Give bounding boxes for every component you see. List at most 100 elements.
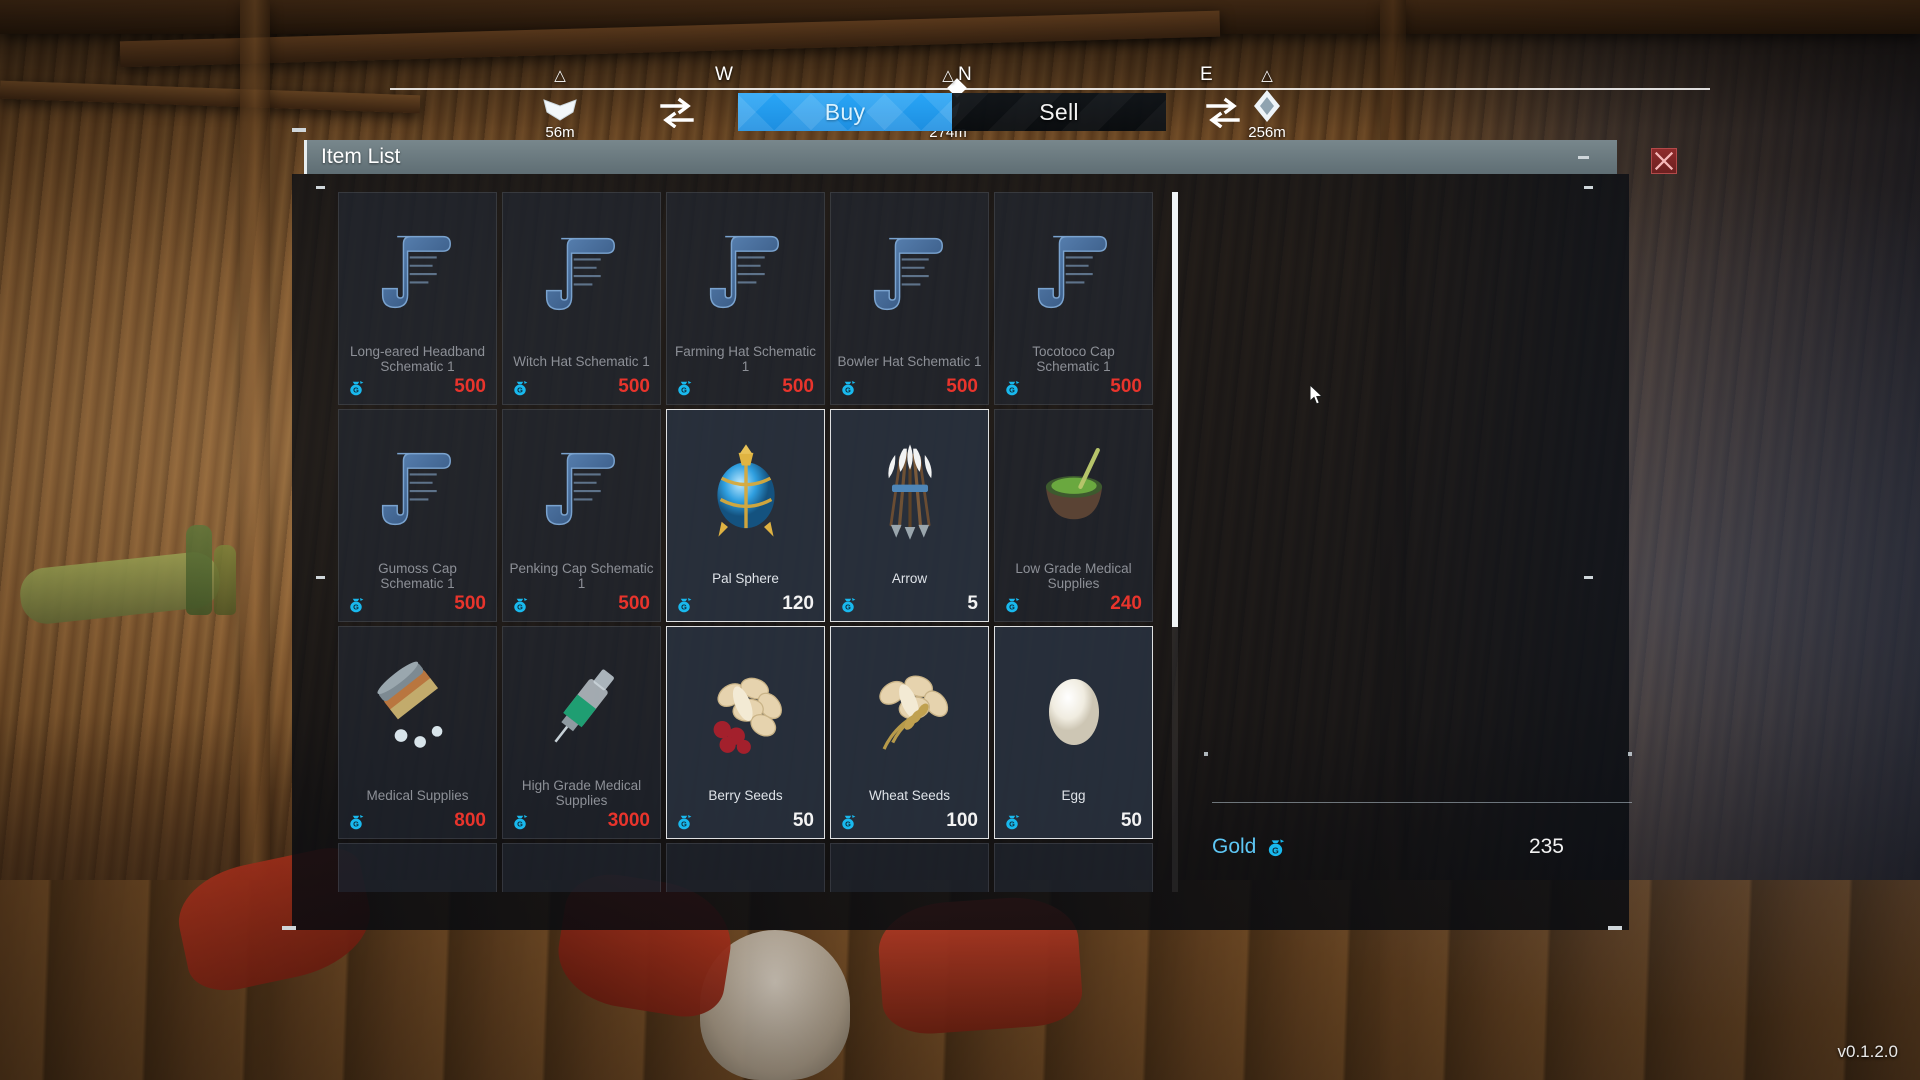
item-price-row: G 500 — [339, 593, 496, 621]
item-card[interactable]: Egg G 50 — [994, 626, 1153, 839]
item-card[interactable]: Berry Seeds G 50 — [666, 626, 825, 839]
item-card[interactable] — [994, 843, 1153, 892]
coin-bag-icon: G — [839, 595, 857, 614]
pal-sphere-icon — [667, 410, 824, 565]
item-price-row: G 500 — [339, 376, 496, 404]
stone-icon — [831, 844, 988, 892]
item-card[interactable]: Wheat Seeds G 100 — [830, 626, 989, 839]
item-price: 100 — [946, 810, 978, 831]
coin-bag-icon: G — [347, 595, 365, 614]
item-price-row: G 50 — [667, 810, 824, 838]
item-price-row: G 800 — [339, 810, 496, 838]
item-price-row: G 50 — [995, 810, 1152, 838]
item-card[interactable] — [830, 843, 989, 892]
item-price: 500 — [782, 376, 814, 397]
svg-text:G: G — [1273, 845, 1280, 855]
tab-buy-label: Buy — [824, 98, 866, 125]
item-price: 500 — [1110, 376, 1142, 397]
coin-bag-icon: G — [511, 812, 529, 831]
item-card[interactable]: Witch Hat Schematic 1 G 500 — [502, 192, 661, 405]
frame-tick — [1584, 186, 1593, 189]
svg-text:G: G — [517, 602, 523, 611]
item-grid-viewport: Long-eared Headband Schematic 1 G 500 Wi… — [338, 192, 1166, 892]
item-name: Low Grade Medical Supplies — [1015, 561, 1132, 591]
coin-bag-icon: G — [1003, 812, 1021, 831]
item-card[interactable]: Farming Hat Schematic 1 G 500 — [666, 192, 825, 405]
gold-label: Gold — [1212, 835, 1257, 858]
frame-tick — [316, 186, 325, 189]
medicine-bowl-icon — [995, 410, 1152, 561]
item-name: Witch Hat Schematic 1 — [513, 353, 650, 369]
coin-bag-icon: G — [347, 812, 365, 831]
svg-text:G: G — [353, 602, 359, 611]
item-card[interactable]: Medical Supplies G 800 — [338, 626, 497, 839]
item-list-panel: Item List Long-eared Headband Schematic … — [282, 128, 1632, 930]
item-name: Berry Seeds — [708, 787, 783, 803]
gold-value: 235 — [1528, 835, 1564, 858]
svg-text:G: G — [681, 819, 687, 828]
ceiling-beam — [0, 0, 1920, 34]
close-icon[interactable] — [1651, 148, 1677, 174]
frame-tick — [1578, 156, 1589, 159]
schematic-scroll-icon — [503, 410, 660, 561]
item-card[interactable]: Penking Cap Schematic 1 G 500 — [502, 409, 661, 622]
item-card[interactable]: Bowler Hat Schematic 1 G 500 — [830, 192, 989, 405]
item-price: 50 — [1120, 810, 1142, 831]
item-card[interactable]: Long-eared Headband Schematic 1 G 500 — [338, 192, 497, 405]
item-card[interactable] — [666, 843, 825, 892]
prop-bottle — [186, 525, 212, 615]
item-price: 120 — [782, 593, 814, 614]
item-price-row: G 500 — [995, 376, 1152, 404]
schematic-scroll-icon — [667, 193, 824, 344]
svg-text:G: G — [353, 385, 359, 394]
coin-bag-icon: G — [1003, 378, 1021, 397]
tab-sell[interactable]: Sell — [952, 93, 1166, 131]
item-card[interactable]: Pal Sphere G 120 — [666, 409, 825, 622]
item-price-row: G 240 — [995, 593, 1152, 621]
swap-arrows-icon[interactable] — [660, 96, 694, 129]
svg-text:G: G — [353, 819, 359, 828]
wall-beam — [0, 80, 421, 114]
rope-icon — [667, 844, 824, 892]
svg-text:G: G — [845, 385, 851, 394]
support-post — [240, 0, 270, 1080]
svg-text:G: G — [845, 819, 851, 828]
item-price: 500 — [618, 376, 650, 397]
item-price-row: G 3000 — [503, 810, 660, 838]
egg-icon — [995, 627, 1152, 782]
item-name: Long-eared Headband Schematic 1 — [349, 344, 486, 374]
berry-seeds-icon — [667, 627, 824, 782]
schematic-scroll-icon — [831, 193, 988, 348]
item-card[interactable]: Gumoss Cap Schematic 1 G 500 — [338, 409, 497, 622]
schematic-scroll-icon — [339, 193, 496, 344]
svg-text:G: G — [681, 385, 687, 394]
item-price: 50 — [792, 810, 814, 831]
item-price-row: G 500 — [667, 376, 824, 404]
svg-text:G: G — [517, 819, 523, 828]
item-card[interactable] — [338, 843, 497, 892]
item-price: 5 — [967, 593, 978, 614]
item-name: Bowler Hat Schematic 1 — [837, 353, 982, 369]
tab-sell-label: Sell — [1039, 98, 1079, 125]
item-card[interactable]: Tocotoco Cap Schematic 1 G 500 — [994, 192, 1153, 405]
tab-buy[interactable]: Buy — [738, 93, 952, 131]
item-name: Farming Hat Schematic 1 — [674, 344, 817, 374]
item-card[interactable] — [502, 843, 661, 892]
ceiling-beam — [119, 10, 1221, 68]
gold-row: Gold G 235 — [1212, 830, 1632, 864]
item-name: Wheat Seeds — [868, 787, 951, 803]
swap-arrows-icon[interactable] — [1206, 96, 1240, 129]
item-card[interactable]: Arrow G 5 — [830, 409, 989, 622]
item-grid-scrollbar-thumb[interactable] — [1172, 192, 1178, 627]
svg-text:G: G — [1009, 385, 1015, 394]
item-price: 240 — [1110, 593, 1142, 614]
arrow-bundle-icon — [831, 410, 988, 565]
frame-tick — [1628, 752, 1632, 756]
coin-bag-icon: G — [1003, 595, 1021, 614]
prop-statue — [700, 930, 850, 1080]
item-card[interactable]: Low Grade Medical Supplies G 240 — [994, 409, 1153, 622]
item-card[interactable]: High Grade Medical Supplies G 3000 — [502, 626, 661, 839]
coin-bag-icon: G — [839, 378, 857, 397]
schematic-scroll-icon — [503, 193, 660, 348]
item-price: 500 — [454, 593, 486, 614]
